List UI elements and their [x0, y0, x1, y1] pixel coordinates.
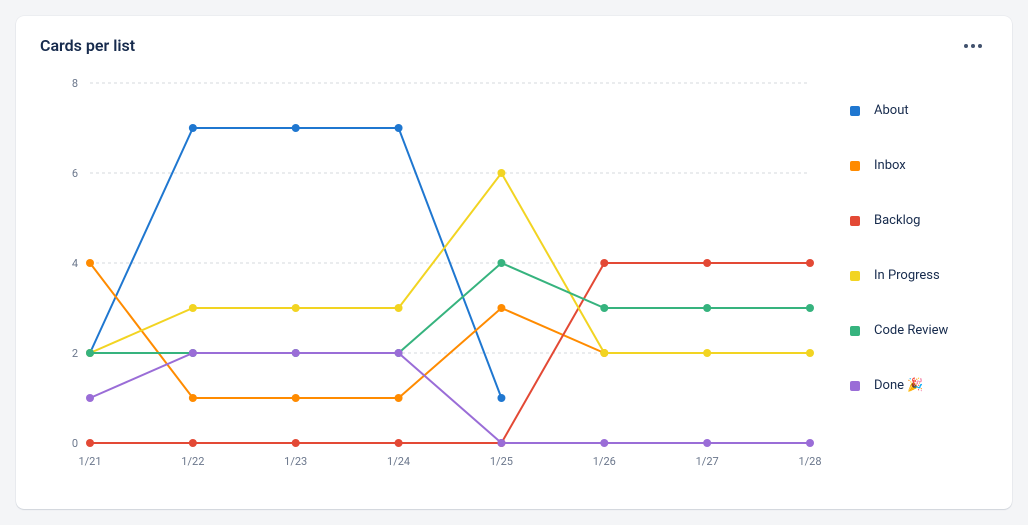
legend-label: About — [874, 103, 909, 118]
y-tick-label: 6 — [72, 167, 78, 180]
series-point — [600, 439, 608, 447]
series-point — [86, 394, 94, 402]
legend-item[interactable]: In Progress — [850, 268, 988, 283]
card-title: Cards per list — [40, 36, 135, 55]
series-point — [292, 349, 300, 357]
x-tick-label: 1/21 — [78, 455, 101, 468]
legend: About Inbox Backlog In Progress Code Review D… — [830, 63, 988, 493]
legend-swatch — [850, 106, 860, 116]
legend-swatch — [850, 216, 860, 226]
x-tick-label: 1/24 — [387, 455, 410, 468]
series-point — [292, 394, 300, 402]
series-point — [189, 304, 197, 312]
legend-item[interactable]: Backlog — [850, 213, 988, 228]
series-point — [292, 124, 300, 132]
series-point — [806, 349, 814, 357]
more-options-icon[interactable] — [958, 38, 988, 54]
y-tick-label: 8 — [72, 77, 78, 90]
series-point — [292, 304, 300, 312]
legend-swatch — [850, 326, 860, 336]
series-point — [86, 349, 94, 357]
x-tick-label: 1/27 — [696, 455, 719, 468]
y-tick-label: 2 — [72, 347, 78, 360]
series-point — [395, 349, 403, 357]
legend-label: In Progress — [874, 268, 940, 283]
x-tick-label: 1/23 — [284, 455, 307, 468]
series-point — [600, 349, 608, 357]
series-point — [497, 304, 505, 312]
series-point — [86, 439, 94, 447]
series-point — [806, 304, 814, 312]
series-point — [703, 259, 711, 267]
chart-card: Cards per list 0 2 4 6 8 1/21 1/22 1/23 1/24 1/25… — [16, 16, 1012, 509]
series-point — [497, 259, 505, 267]
legend-label: Inbox — [874, 158, 906, 173]
x-tick-label: 1/22 — [181, 455, 204, 468]
legend-label: Done 🎉 — [874, 378, 923, 393]
legend-item[interactable]: Code Review — [850, 323, 988, 338]
series-point — [395, 304, 403, 312]
series-point — [703, 304, 711, 312]
x-tick-label: 1/28 — [798, 455, 821, 468]
series-point — [703, 349, 711, 357]
legend-label: Code Review — [874, 323, 948, 338]
series-point — [395, 439, 403, 447]
series-point — [395, 124, 403, 132]
x-tick-label: 1/26 — [593, 455, 616, 468]
legend-swatch — [850, 271, 860, 281]
series-point — [86, 259, 94, 267]
series-point — [703, 439, 711, 447]
series-point — [189, 394, 197, 402]
series-point — [497, 394, 505, 402]
line-chart: 0 2 4 6 8 1/21 1/22 1/23 1/24 1/25 1/26 1/27 1/28 — [40, 63, 830, 483]
series-point — [497, 439, 505, 447]
series-point — [292, 439, 300, 447]
legend-item[interactable]: Done 🎉 — [850, 378, 988, 393]
legend-item[interactable]: About — [850, 103, 988, 118]
series-point — [395, 394, 403, 402]
card-header: Cards per list — [40, 36, 988, 55]
series-line — [90, 263, 604, 398]
series-point — [806, 259, 814, 267]
legend-item[interactable]: Inbox — [850, 158, 988, 173]
legend-swatch — [850, 381, 860, 391]
series-point — [497, 169, 505, 177]
chart-area: 0 2 4 6 8 1/21 1/22 1/23 1/24 1/25 1/26 1/27 1/28 — [40, 63, 830, 493]
y-tick-label: 4 — [72, 257, 78, 270]
legend-swatch — [850, 161, 860, 171]
y-tick-label: 0 — [72, 437, 78, 450]
series-point — [189, 439, 197, 447]
series-point — [189, 349, 197, 357]
series-point — [189, 124, 197, 132]
series-point — [806, 439, 814, 447]
series-point — [600, 304, 608, 312]
series-point — [600, 259, 608, 267]
legend-label: Backlog — [874, 213, 920, 228]
chart-row: 0 2 4 6 8 1/21 1/22 1/23 1/24 1/25 1/26 1/27 1/28 Ab… — [40, 63, 988, 493]
x-tick-label: 1/25 — [490, 455, 513, 468]
